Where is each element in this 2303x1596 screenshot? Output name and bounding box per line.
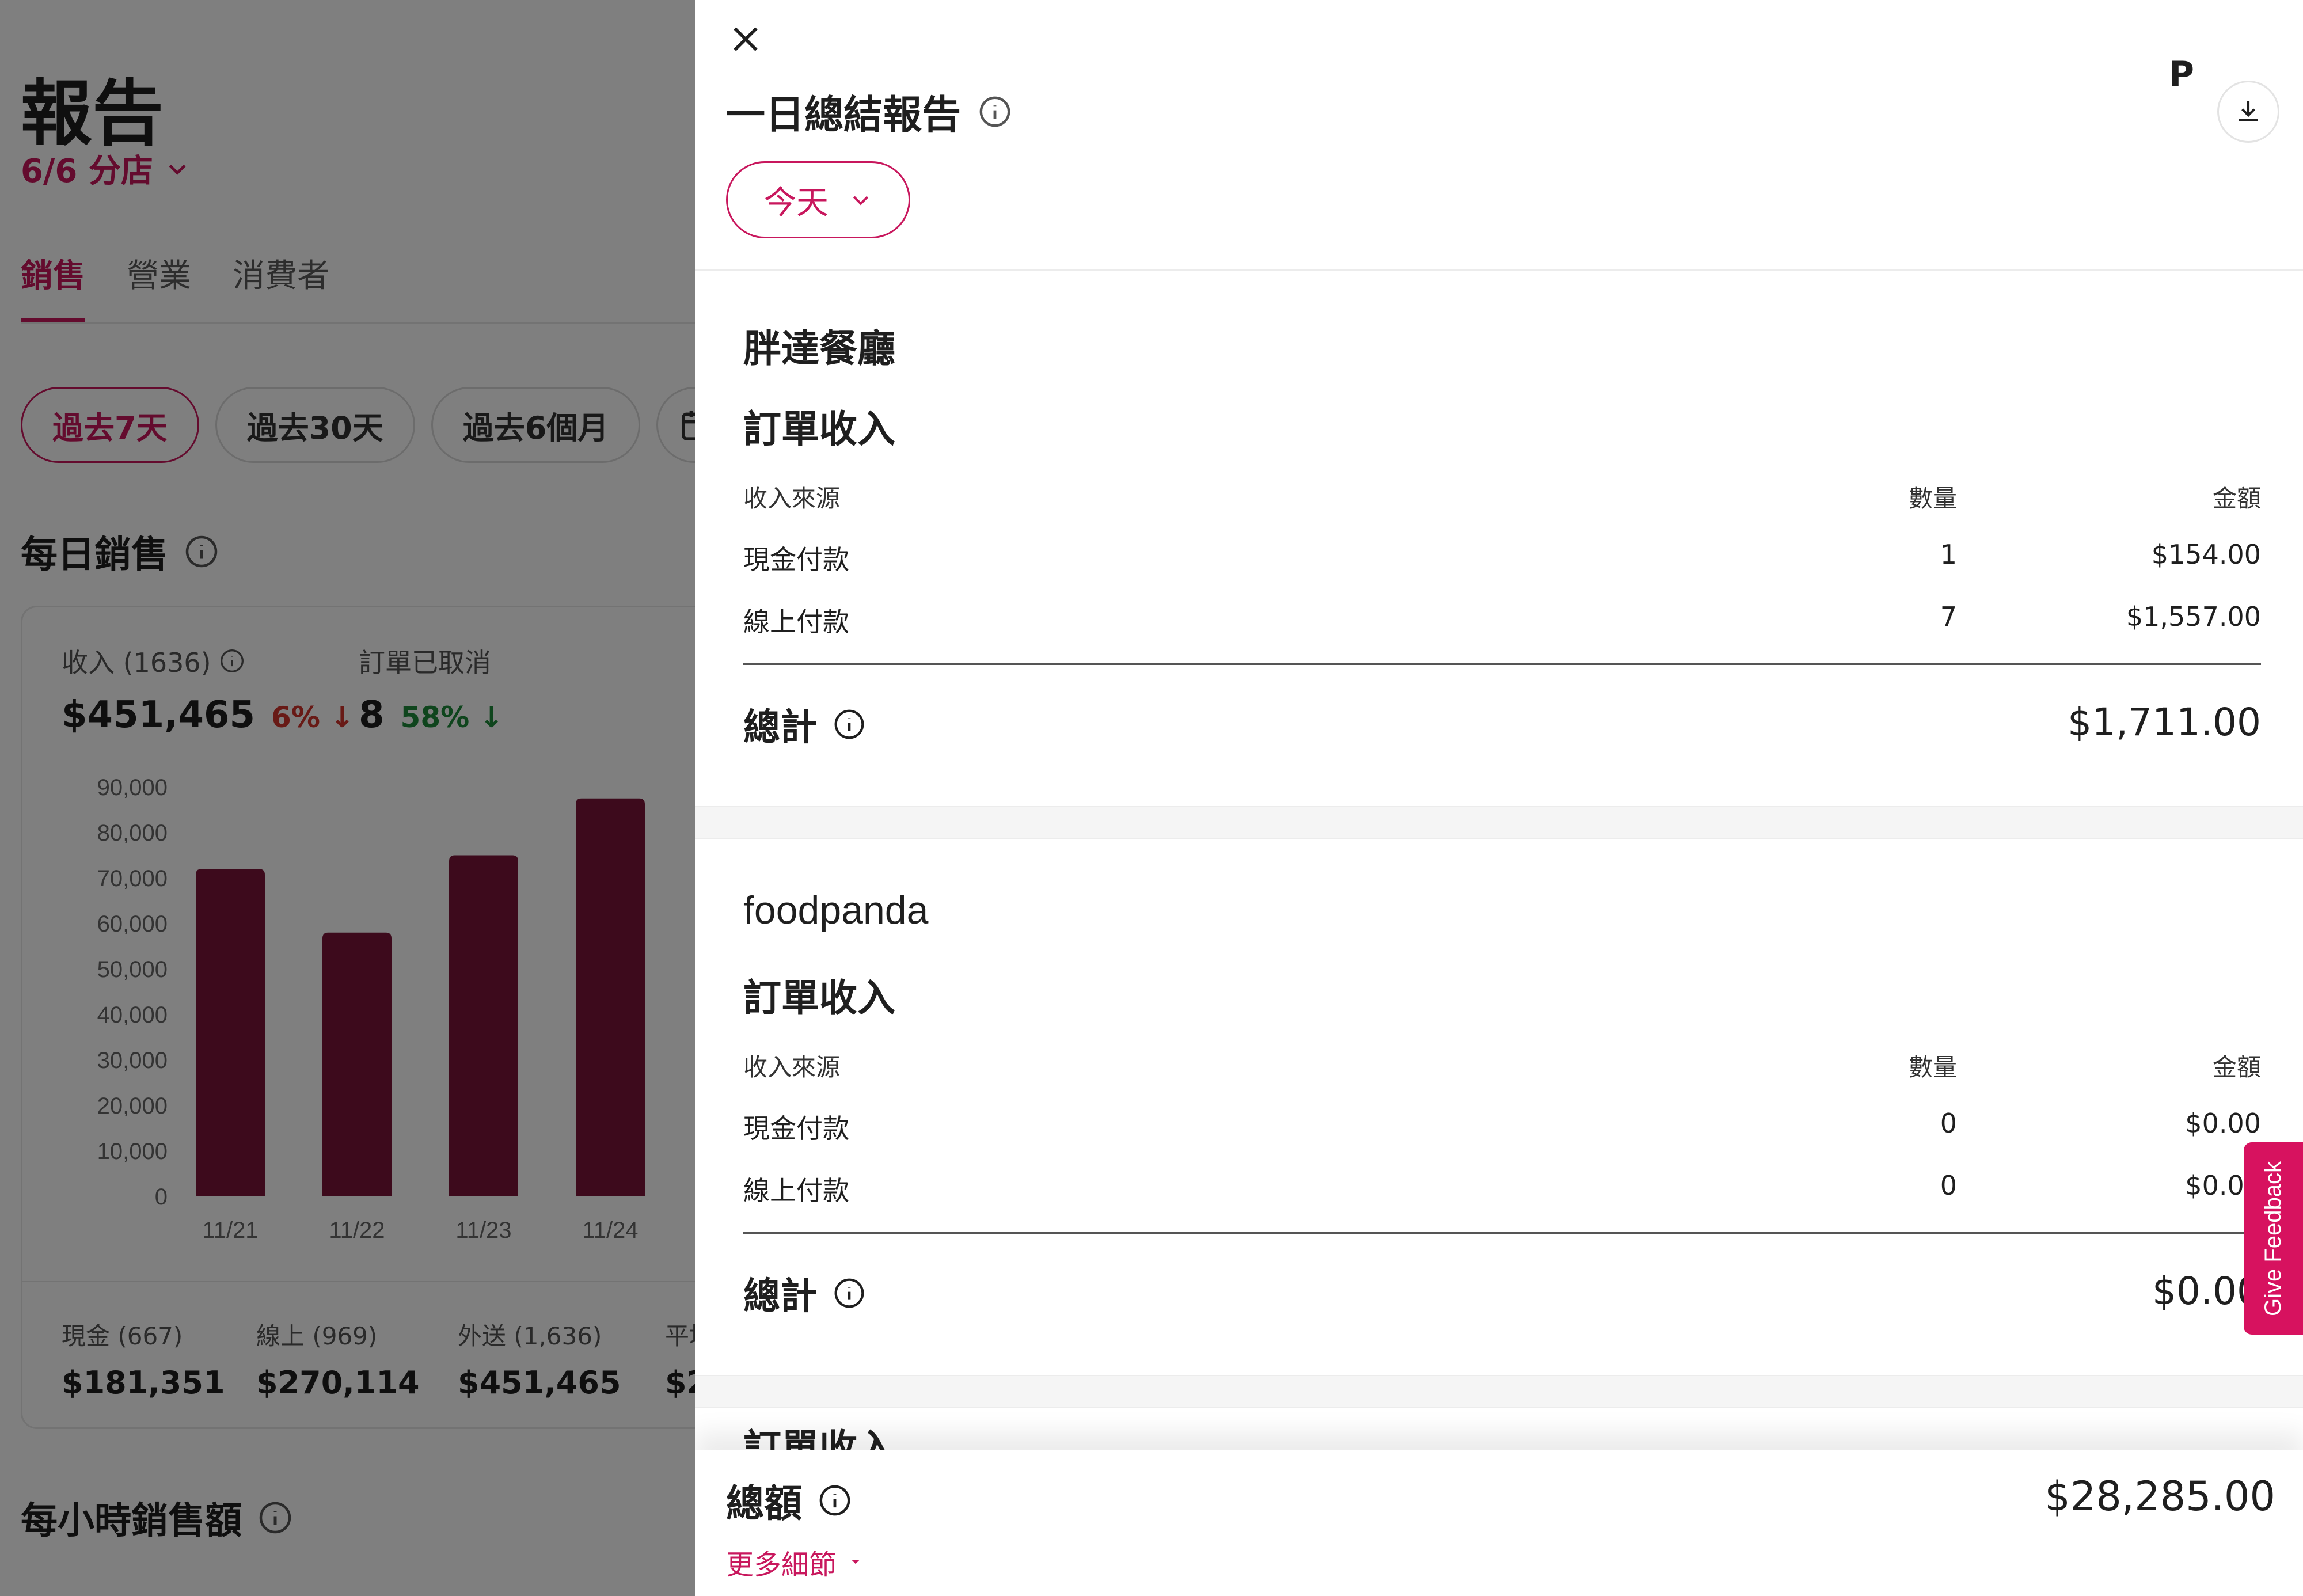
table-row: 現金付款 1 $154.00 (743, 539, 2261, 575)
more-details-label: 更多細節 (726, 1549, 837, 1581)
info-icon[interactable] (818, 1484, 852, 1517)
grand-total-amount: $28,285.00 (2044, 1473, 2275, 1520)
table-row: 現金付款 0 $0.00 (743, 1108, 2261, 1144)
section-title: 訂單收入 (743, 976, 895, 1020)
drawer-footer: 總額 $28,285.00 更多細節 (695, 1450, 2303, 1596)
drawer-title: 一日總結報告 (726, 93, 962, 138)
more-details-link[interactable]: 更多細節 (726, 1542, 863, 1582)
table-header: 收入來源 數量 金額 (743, 1053, 2261, 1081)
store-name: foodpanda (743, 888, 929, 932)
download-button[interactable] (2217, 81, 2279, 143)
info-icon[interactable] (978, 95, 1012, 128)
table-header: 收入來源 數量 金額 (743, 484, 2261, 512)
avatar[interactable]: P (2169, 54, 2194, 94)
close-button[interactable] (723, 16, 769, 62)
date-selector[interactable]: 今天 (726, 161, 910, 238)
download-icon (2239, 101, 2258, 121)
drawer-title-row: 一日總結報告 (726, 83, 1012, 140)
close-icon (734, 27, 758, 51)
section-separator (695, 1375, 2303, 1408)
store-section: 胖達餐廳 訂單收入 收入來源 數量 金額 現金付款 1 $154.00 線上付款… (695, 272, 2303, 806)
store-name: 胖達餐廳 (743, 326, 895, 371)
section-separator (695, 806, 2303, 839)
give-feedback-label: Give Feedback (2260, 1161, 2286, 1316)
total-label: 總計 (743, 1275, 817, 1318)
store-section: 訂單收入 (695, 1409, 2303, 1470)
info-icon[interactable] (833, 1277, 865, 1309)
daily-summary-drawer: 一日總結報告 P 今天 胖達餐廳 訂單收入 收入來源 數量 金額 現金付款 1 … (695, 0, 2303, 1596)
give-feedback-tab[interactable]: Give Feedback (2244, 1142, 2303, 1335)
table-row: 線上付款 0 $0.00 (743, 1170, 2261, 1206)
table-row: 線上付款 7 $1,557.00 (743, 601, 2261, 637)
total-row: 總計 $0.00 (743, 1267, 2261, 1318)
total-divider (743, 1232, 2261, 1234)
section-title: 訂單收入 (743, 407, 895, 451)
chevron-down-icon (853, 196, 869, 206)
date-selector-label: 今天 (764, 184, 829, 222)
info-icon[interactable] (833, 708, 865, 740)
store-section: foodpanda 訂單收入 收入來源 數量 金額 現金付款 0 $0.00 線… (695, 841, 2303, 1375)
total-amount: $1,711.00 (2068, 700, 2261, 744)
caret-down-icon (852, 1560, 860, 1564)
total-label: 總計 (743, 706, 817, 749)
grand-total-label: 總額 (726, 1481, 802, 1526)
total-divider (743, 663, 2261, 665)
header-divider (695, 269, 2303, 271)
total-row: 總計 $1,711.00 (743, 698, 2261, 750)
